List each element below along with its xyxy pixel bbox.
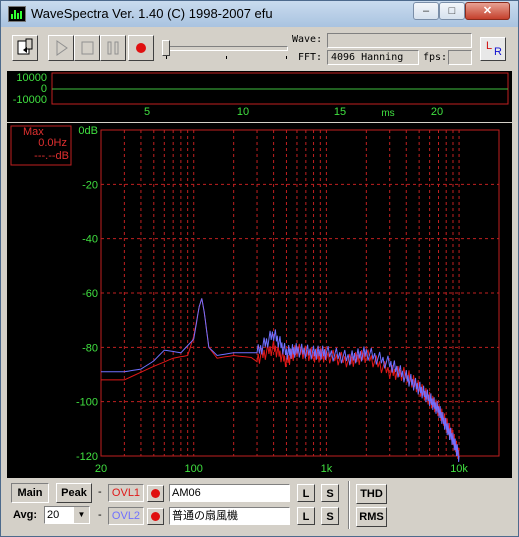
- title-bar: WaveSpectra Ver. 1.40 (C) 1998-2007 efu …: [1, 1, 518, 27]
- chevron-down-icon[interactable]: ▼: [73, 507, 89, 523]
- fft-label: FFT:: [298, 52, 323, 63]
- dash-separator: -: [98, 509, 102, 521]
- maximize-button[interactable]: □: [439, 2, 465, 20]
- spectrum-x-label: 100: [185, 463, 203, 475]
- stop-button[interactable]: [74, 35, 100, 61]
- ovl1-save-button[interactable]: S: [321, 484, 339, 502]
- pause-button[interactable]: [100, 35, 126, 61]
- ovl2-load-button[interactable]: L: [297, 507, 315, 525]
- minimize-icon: –: [422, 5, 430, 17]
- fps-label: fps:: [423, 52, 448, 63]
- open-file-icon: [17, 38, 33, 55]
- spectrum-panel: 0dB -20 -40 -60 -80 -100 -120 20 100 1k 10k Max 0…: [7, 123, 512, 478]
- ovl2-label: OVL2: [108, 507, 144, 525]
- spectrum-x-label: 10k: [450, 463, 468, 475]
- fps-field: [448, 50, 472, 65]
- stop-icon: [81, 41, 94, 55]
- close-button[interactable]: ✕: [465, 2, 510, 20]
- spectrum-y-label: -60: [82, 288, 98, 300]
- waveform-panel: 10000 0 -10000 5 10 15 ms 20: [7, 71, 512, 122]
- wave-x-label: 15: [334, 106, 346, 118]
- lr-l-label: L: [486, 40, 493, 52]
- record-icon: [136, 43, 146, 53]
- max-db: ---.--dB: [34, 150, 69, 162]
- avg-value: 20: [47, 509, 60, 521]
- app-window: WaveSpectra Ver. 1.40 (C) 1998-2007 efu …: [0, 0, 519, 537]
- main-button[interactable]: Main: [11, 483, 49, 503]
- ovl1-load-button[interactable]: L: [297, 484, 315, 502]
- wave-x-label: 20: [431, 106, 443, 118]
- peak-button[interactable]: Peak: [56, 483, 92, 503]
- open-file-button[interactable]: [12, 35, 38, 61]
- control-panel: Main Peak - OVL1 AM06 L S Avg: 20 ▼ - OV…: [7, 481, 515, 533]
- wave-label: Wave:: [292, 34, 323, 45]
- wave-x-label: 10: [237, 106, 249, 118]
- dash-separator: -: [98, 486, 102, 498]
- pause-icon: [107, 41, 119, 55]
- spectrum-y-label: -100: [76, 397, 98, 409]
- series-line-left: [101, 298, 460, 460]
- fft-field: 4096 Hanning: [327, 50, 419, 65]
- ovl1-label: OVL1: [108, 484, 144, 502]
- ovl1-name-input[interactable]: AM06: [169, 484, 290, 502]
- play-icon: [56, 40, 68, 56]
- spectrum-y-label: -120: [76, 451, 98, 463]
- window-title: WaveSpectra Ver. 1.40 (C) 1998-2007 efu: [31, 6, 273, 21]
- divider: [348, 481, 350, 529]
- ovl1-record-button[interactable]: [147, 485, 164, 502]
- spectrum-y-label: -40: [82, 234, 98, 246]
- series-line-right: [101, 298, 460, 462]
- ovl2-record-button[interactable]: [147, 508, 164, 525]
- max-freq: 0.0Hz: [38, 137, 67, 149]
- app-icon: [8, 6, 26, 22]
- waveform-display: 10000 0 -10000 5 10 15 ms 20: [13, 72, 509, 119]
- avg-select[interactable]: 20 ▼: [44, 506, 90, 524]
- record-button[interactable]: [128, 35, 154, 61]
- minimize-button[interactable]: –: [413, 2, 439, 20]
- close-icon: ✕: [482, 5, 493, 17]
- spectrum-y-label: 0dB: [78, 125, 98, 137]
- spectrum-chart: 0dB-20-40-60-80-100-120 20 100 1k 10k Max 0…: [10, 125, 500, 475]
- lr-toggle-button[interactable]: L R: [480, 37, 506, 61]
- slider-thumb[interactable]: [162, 40, 170, 56]
- wave-field: [327, 33, 472, 48]
- toolbar: Wave: FFT: 4096 Hanning fps: L R: [5, 29, 515, 69]
- maximize-icon: □: [448, 5, 456, 17]
- ovl2-save-button[interactable]: S: [321, 507, 339, 525]
- lr-r-label: R: [494, 46, 502, 58]
- wave-unit-label: ms: [381, 108, 394, 119]
- play-button[interactable]: [48, 35, 74, 61]
- ovl2-name-input[interactable]: 普通の扇風機: [169, 507, 290, 525]
- position-slider[interactable]: [162, 38, 290, 60]
- spectrum-x-label: 20: [95, 463, 107, 475]
- wave-y-label: -10000: [13, 94, 47, 106]
- avg-label: Avg:: [13, 509, 38, 521]
- spectrum-y-label: -80: [82, 342, 98, 354]
- spectrum-x-label: 1k: [321, 463, 333, 475]
- rms-button[interactable]: RMS: [356, 507, 387, 527]
- wave-x-label: 5: [144, 106, 150, 118]
- spectrum-y-label: -20: [82, 179, 98, 191]
- thd-button[interactable]: THD: [356, 484, 387, 504]
